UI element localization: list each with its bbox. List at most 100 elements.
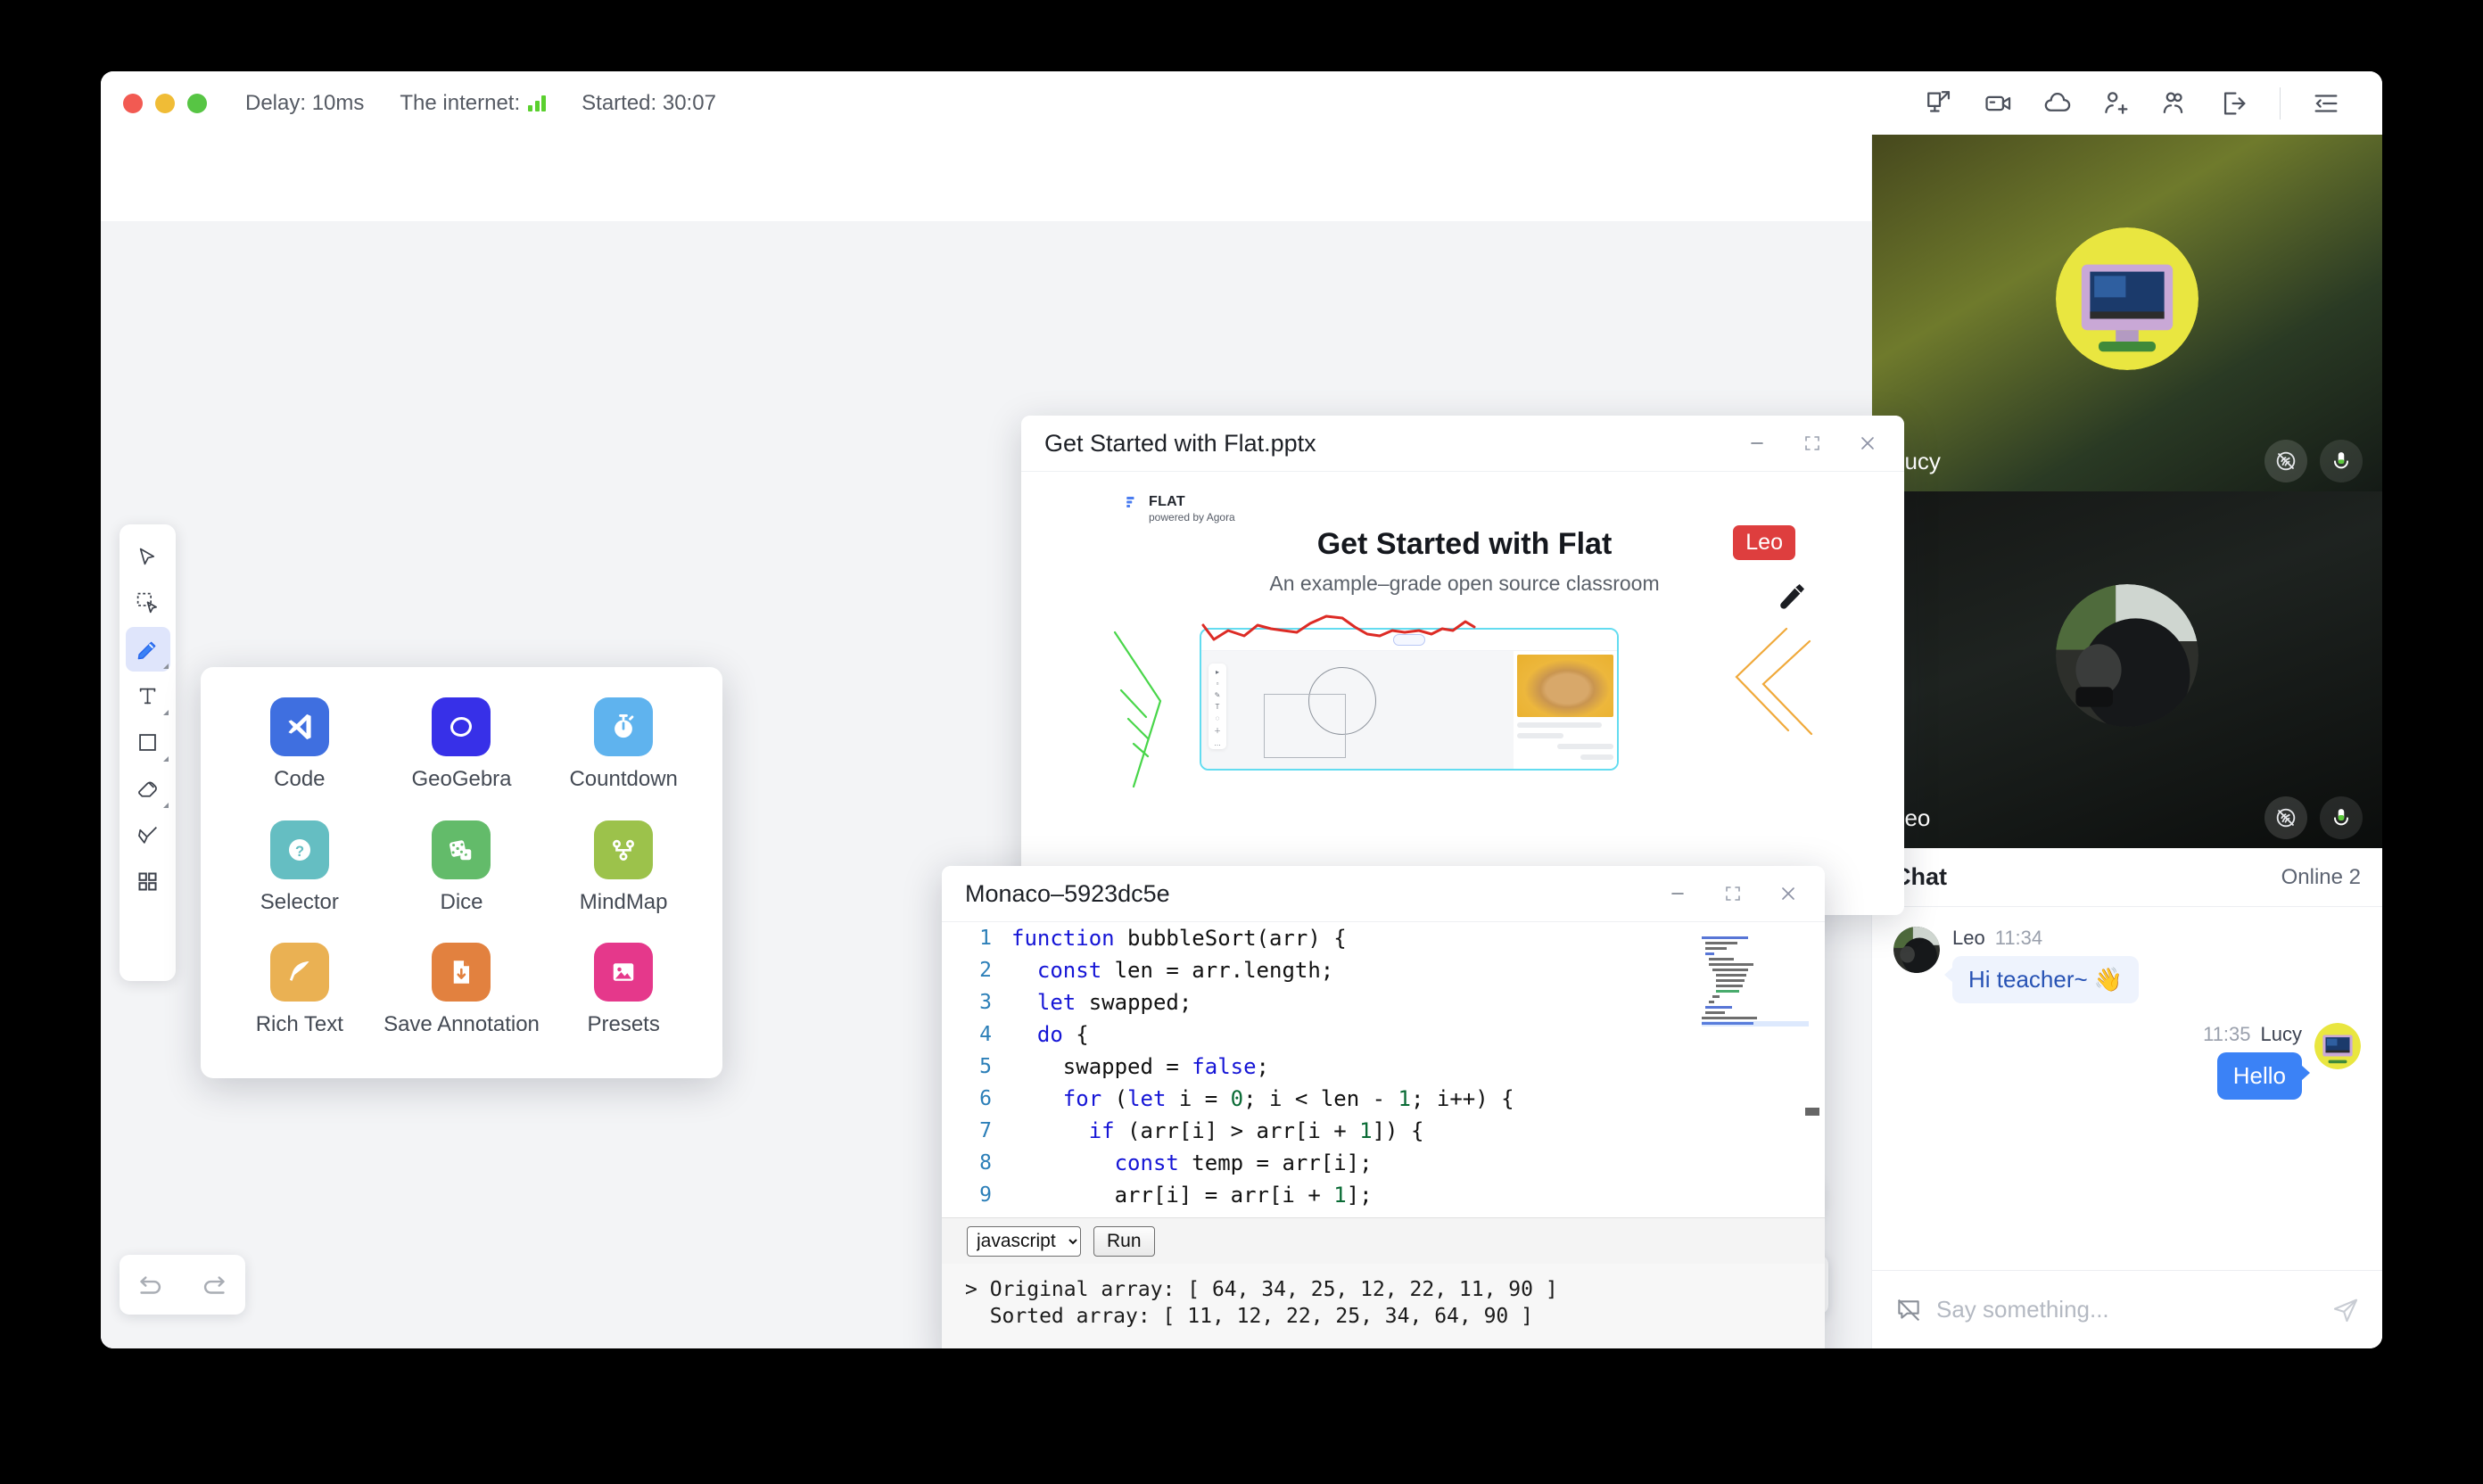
code-line: 8 const temp = arr[i]; [942,1147,1825,1179]
window-traffic-lights [123,93,207,113]
monaco-minimize-button[interactable] [1657,873,1698,914]
app-tile-countdown[interactable]: Countdown [542,690,705,813]
code-line: 1 function bubbleSort(arr) { [942,922,1825,954]
chat-message-bubble: Hi teacher~ 👋 [1943,956,2140,1003]
language-select[interactable]: javascript [967,1225,1081,1257]
invite-user-icon[interactable] [2087,80,2146,127]
pencil-tool-caret [162,664,169,669]
pptx-close-button[interactable] [1847,423,1888,464]
chat-input[interactable] [1936,1296,2318,1323]
collapse-panel-icon[interactable] [2297,80,2355,127]
pptx-slide-content[interactable]: FLAT powered by Agora Get Started with F… [1103,472,1826,915]
app-tile-dice[interactable]: Dice [381,813,543,936]
app-tile-rich-text[interactable]: Rich Text [219,936,381,1059]
line-number: 1 [979,927,992,950]
close-window-button[interactable] [123,93,143,113]
redo-button[interactable] [190,1261,238,1309]
chat-message-meta: 11:35 Lucy [2203,1023,2302,1046]
pencil-tool[interactable] [125,627,170,672]
chat-message-author: Leo [1952,927,1985,949]
app-tile-selector[interactable]: ? Selector [219,813,381,936]
run-button[interactable]: Run [1093,1225,1155,1257]
chat-header: Chat Online 2 [1872,848,2382,907]
line-number: 5 [979,1055,992,1078]
monaco-close-button[interactable] [1768,873,1809,914]
pptx-maximize-button[interactable] [1792,423,1833,464]
session-status-group: Delay: 10ms The internet: Started: 30:07 [245,91,716,116]
record-video-icon[interactable] [1969,80,2028,127]
code-text: do { [1036,1022,1089,1047]
window-titlebar: Delay: 10ms The internet: Started: 30:07 [101,71,2382,135]
pptx-minimize-button[interactable] [1736,423,1778,464]
clean-tool[interactable] [126,812,170,857]
code-text: for (let i = 0; i < len - 1; i++) { [1062,1086,1514,1111]
app-label: GeoGebra [411,767,512,791]
code-scrollbar[interactable] [1805,1108,1819,1116]
cursor-tool[interactable] [126,534,170,579]
slide-mock-line [1580,754,1613,760]
chat-message-column: 11:35 Lucy Hello [2203,1023,2311,1100]
app-label: Save Annotation [384,1012,540,1037]
cloud-storage-icon[interactable] [2028,80,2087,127]
code-text: function bubbleSort(arr) { [1011,926,1347,951]
monaco-maximize-button[interactable] [1712,873,1753,914]
text-tool[interactable] [126,673,170,718]
undo-button[interactable] [127,1261,175,1309]
titlebar-divider [2280,87,2281,120]
exit-icon[interactable] [2205,80,2264,127]
app-label: Countdown [569,767,678,791]
camera-off-icon[interactable] [2264,796,2307,839]
mute-chat-icon[interactable] [1893,1295,1924,1325]
pptx-window-controls [1736,423,1888,464]
code-text: arr[i] = arr[i + 1]; [1011,1183,1373,1208]
line-number: 2 [979,959,992,982]
users-icon[interactable] [2146,80,2205,127]
microphone-icon[interactable] [2320,440,2363,482]
marquee-select-tool[interactable] [126,581,170,625]
shape-tool-caret [162,756,169,762]
slide-mock-line [1517,722,1603,728]
app-label: Selector [260,889,339,914]
image-icon [594,943,654,1002]
whiteboard-area[interactable]: Code GeoGebra Countdown ? Selector Dice … [101,135,1904,1348]
send-icon[interactable] [2330,1295,2361,1325]
code-line: 5 swapped = false; [942,1051,1825,1083]
dice-icon [432,820,491,879]
microphone-icon[interactable] [2320,796,2363,839]
apps-tool[interactable] [126,859,170,903]
app-label: Presets [587,1012,660,1037]
slide-mock-rect-shape [1264,694,1346,758]
app-tile-geogebra[interactable]: GeoGebra [381,690,543,813]
app-label: Rich Text [255,1012,343,1037]
app-tile-code[interactable]: Code [219,690,381,813]
code-line: 2 const len = arr.length; [942,954,1825,986]
code-line: 7 if (arr[i] > arr[i + 1]) { [942,1115,1825,1147]
code-text: swapped = false; [1011,1054,1269,1079]
app-tile-mindmap[interactable]: MindMap [542,813,705,936]
code-line: 3 let swapped; [942,986,1825,1018]
share-screen-icon[interactable] [1910,80,1969,127]
shape-tool[interactable] [126,720,170,764]
code-text: arr[i + 1] = temp; [1011,1211,1347,1217]
geogebra-icon [432,697,491,756]
app-tile-save-annotation[interactable]: Save Annotation [381,936,543,1059]
chat-message-list[interactable]: Leo 11:34 Hi teacher~ 👋 11:35 Lucy Hello [1872,907,2382,1270]
code-minimap[interactable] [1700,935,1809,1027]
chat-message: 11:35 Lucy Hello [1893,1023,2361,1100]
app-tile-presets[interactable]: Presets [542,936,705,1059]
avatar [1893,927,1940,973]
code-editor[interactable]: 1 function bubbleSort(arr) { 2 const len … [942,922,1825,1217]
minimize-window-button[interactable] [155,93,175,113]
console-output: > Original array: [ 64, 34, 25, 12, 22, … [942,1264,1825,1348]
slide-subtitle: An example–grade open source classroom [1269,572,1660,595]
pptx-window-titlebar: Get Started with Flat.pptx [1021,416,1904,472]
camera-off-icon[interactable] [2264,440,2307,482]
video-tile-lucy[interactable]: Lucy [1872,135,2382,491]
line-number: 3 [979,991,992,1014]
stopwatch-icon [594,697,654,756]
video-tile-leo[interactable]: Leo [1872,491,2382,848]
eraser-tool[interactable] [126,766,170,811]
titlebar-actions [1910,80,2382,127]
maximize-window-button[interactable] [187,93,207,113]
chat-message-time: 11:35 [2203,1023,2251,1045]
